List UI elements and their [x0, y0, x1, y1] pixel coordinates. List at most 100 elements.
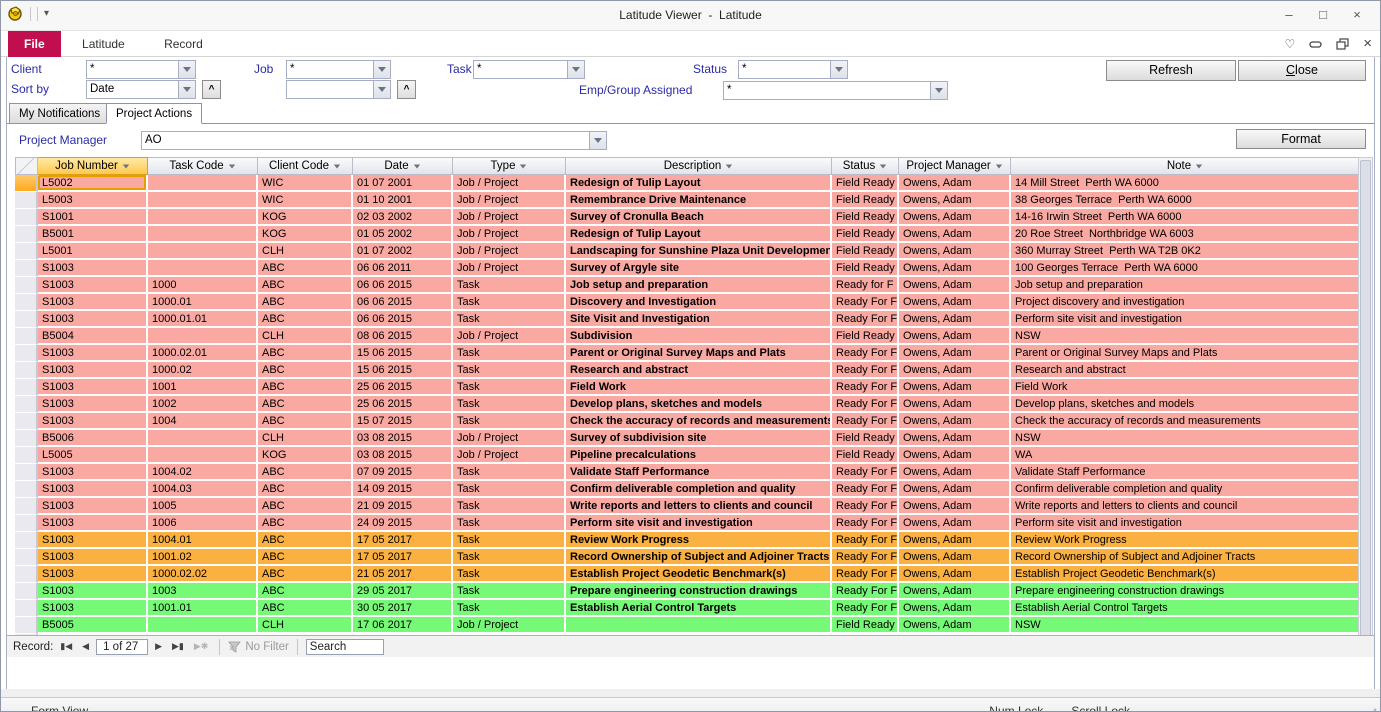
format-button[interactable]: Format [1236, 129, 1366, 149]
row-selector[interactable] [15, 277, 38, 294]
grid-cell-task_code[interactable] [148, 260, 258, 277]
sort-ascending-button-2[interactable]: ^ [397, 80, 416, 99]
grid-cell-note[interactable]: Write reports and letters to clients and… [1011, 498, 1360, 515]
grid-cell-description[interactable]: Pipeline precalculations [566, 447, 832, 464]
grid-cell-note[interactable]: 360 Murray Street Perth WA T2B 0K2 [1011, 243, 1360, 260]
grid-cell-job_number[interactable]: S1003 [38, 345, 148, 362]
resize-grip-icon[interactable] [1365, 708, 1377, 712]
grid-cell-note[interactable]: 14 Mill Street Perth WA 6000 [1011, 175, 1360, 192]
row-selector[interactable] [15, 226, 38, 243]
grid-cell-task_code[interactable]: 1002 [148, 396, 258, 413]
grid-cell-client_code[interactable]: ABC [258, 379, 353, 396]
grid-cell-note[interactable]: 20 Roe Street Northbridge WA 6003 [1011, 226, 1360, 243]
grid-cell-description[interactable]: Parent or Original Survey Maps and Plats [566, 345, 832, 362]
grid-cell-task_code[interactable]: 1001 [148, 379, 258, 396]
grid-cell-type[interactable]: Task [453, 362, 566, 379]
grid-cell-status[interactable]: Ready For F [832, 345, 899, 362]
grid-cell-status[interactable]: Ready For F [832, 583, 899, 600]
grid-cell-status[interactable]: Ready For F [832, 600, 899, 617]
grid-cell-job_number[interactable]: S1003 [38, 549, 148, 566]
grid-cell-type[interactable]: Job / Project [453, 447, 566, 464]
vertical-scrollbar[interactable] [1358, 157, 1373, 657]
grid-cell-project_manager[interactable]: Owens, Adam [899, 345, 1011, 362]
row-selector[interactable] [15, 600, 38, 617]
chevron-down-icon[interactable] [178, 81, 195, 98]
chevron-down-icon[interactable] [373, 81, 390, 98]
grid-cell-project_manager[interactable]: Owens, Adam [899, 464, 1011, 481]
grid-cell-date[interactable]: 03 08 2015 [353, 447, 453, 464]
grid-cell-job_number[interactable]: S1003 [38, 260, 148, 277]
row-selector[interactable] [15, 379, 38, 396]
grid-cell-description[interactable]: Survey of Argyle site [566, 260, 832, 277]
grid-cell-status[interactable]: Field Ready [832, 447, 899, 464]
grid-cell-date[interactable]: 01 10 2001 [353, 192, 453, 209]
grid-cell-description[interactable]: Redesign of Tulip Layout [566, 175, 832, 192]
grid-cell-type[interactable]: Task [453, 549, 566, 566]
grid-cell-task_code[interactable]: 1000.02.01 [148, 345, 258, 362]
grid-cell-status[interactable]: Field Ready [832, 430, 899, 447]
grid-cell-job_number[interactable]: S1003 [38, 396, 148, 413]
grid-cell-client_code[interactable]: ABC [258, 413, 353, 430]
grid-cell-type[interactable]: Task [453, 277, 566, 294]
grid-cell-status[interactable]: Ready For F [832, 362, 899, 379]
grid-cell-project_manager[interactable]: Owens, Adam [899, 311, 1011, 328]
grid-cell-type[interactable]: Task [453, 413, 566, 430]
row-selector[interactable] [15, 209, 38, 226]
tab-file[interactable]: File [8, 31, 61, 57]
grid-cell-task_code[interactable]: 1001.01 [148, 600, 258, 617]
grid-cell-project_manager[interactable]: Owens, Adam [899, 617, 1011, 634]
grid-cell-description[interactable]: Write reports and letters to clients and… [566, 498, 832, 515]
chevron-down-icon[interactable] [373, 61, 390, 78]
grid-cell-note[interactable]: WA [1011, 447, 1360, 464]
column-filter-icon[interactable] [880, 164, 886, 168]
sort-ascending-button[interactable]: ^ [202, 80, 221, 99]
grid-cell-note[interactable]: Establish Project Geodetic Benchmark(s) [1011, 566, 1360, 583]
grid-cell-date[interactable]: 06 06 2015 [353, 294, 453, 311]
grid-cell-status[interactable]: Field Ready [832, 243, 899, 260]
grid-cell-project_manager[interactable]: Owens, Adam [899, 413, 1011, 430]
grid-cell-project_manager[interactable]: Owens, Adam [899, 226, 1011, 243]
row-selector[interactable] [15, 328, 38, 345]
column-filter-icon[interactable] [1196, 164, 1202, 168]
grid-cell-type[interactable]: Task [453, 396, 566, 413]
grid-cell-task_code[interactable]: 1000.02.02 [148, 566, 258, 583]
grid-cell-status[interactable]: Field Ready [832, 328, 899, 345]
grid-cell-client_code[interactable]: CLH [258, 328, 353, 345]
grid-cell-status[interactable]: Field Ready [832, 617, 899, 634]
grid-cell-note[interactable]: Project discovery and investigation [1011, 294, 1360, 311]
grid-cell-task_code[interactable]: 1005 [148, 498, 258, 515]
grid-cell-client_code[interactable]: WIC [258, 192, 353, 209]
grid-cell-date[interactable]: 25 06 2015 [353, 396, 453, 413]
doc-minimize-icon[interactable] [1309, 38, 1322, 50]
grid-cell-project_manager[interactable]: Owens, Adam [899, 209, 1011, 226]
column-filter-icon[interactable] [334, 164, 340, 168]
row-selector[interactable] [15, 260, 38, 277]
column-filter-icon[interactable] [123, 164, 129, 168]
grid-cell-project_manager[interactable]: Owens, Adam [899, 243, 1011, 260]
grid-cell-client_code[interactable]: ABC [258, 498, 353, 515]
grid-cell-status[interactable]: Ready For F [832, 311, 899, 328]
grid-cell-client_code[interactable]: ABC [258, 345, 353, 362]
grid-cell-client_code[interactable]: ABC [258, 549, 353, 566]
column-header-job_number[interactable]: Job Number [38, 157, 148, 175]
grid-cell-type[interactable]: Task [453, 311, 566, 328]
grid-cell-note[interactable]: NSW [1011, 328, 1360, 345]
grid-cell-status[interactable]: Ready For F [832, 549, 899, 566]
grid-cell-date[interactable]: 15 06 2015 [353, 362, 453, 379]
column-header-project_manager[interactable]: Project Manager [899, 157, 1011, 175]
grid-cell-type[interactable]: Job / Project [453, 430, 566, 447]
grid-cell-task_code[interactable] [148, 209, 258, 226]
row-selector[interactable] [15, 498, 38, 515]
row-selector[interactable] [15, 345, 38, 362]
grid-cell-date[interactable]: 06 06 2015 [353, 311, 453, 328]
doc-close-icon[interactable]: × [1363, 36, 1372, 52]
grid-cell-date[interactable]: 15 06 2015 [353, 345, 453, 362]
grid-cell-note[interactable]: Establish Aerial Control Targets [1011, 600, 1360, 617]
grid-cell-job_number[interactable]: S1003 [38, 515, 148, 532]
grid-cell-task_code[interactable]: 1003 [148, 583, 258, 600]
grid-cell-type[interactable]: Job / Project [453, 209, 566, 226]
grid-cell-job_number[interactable]: S1003 [38, 566, 148, 583]
grid-cell-project_manager[interactable]: Owens, Adam [899, 396, 1011, 413]
tab-my-notifications[interactable]: My Notifications [9, 103, 110, 124]
grid-cell-task_code[interactable] [148, 175, 258, 192]
